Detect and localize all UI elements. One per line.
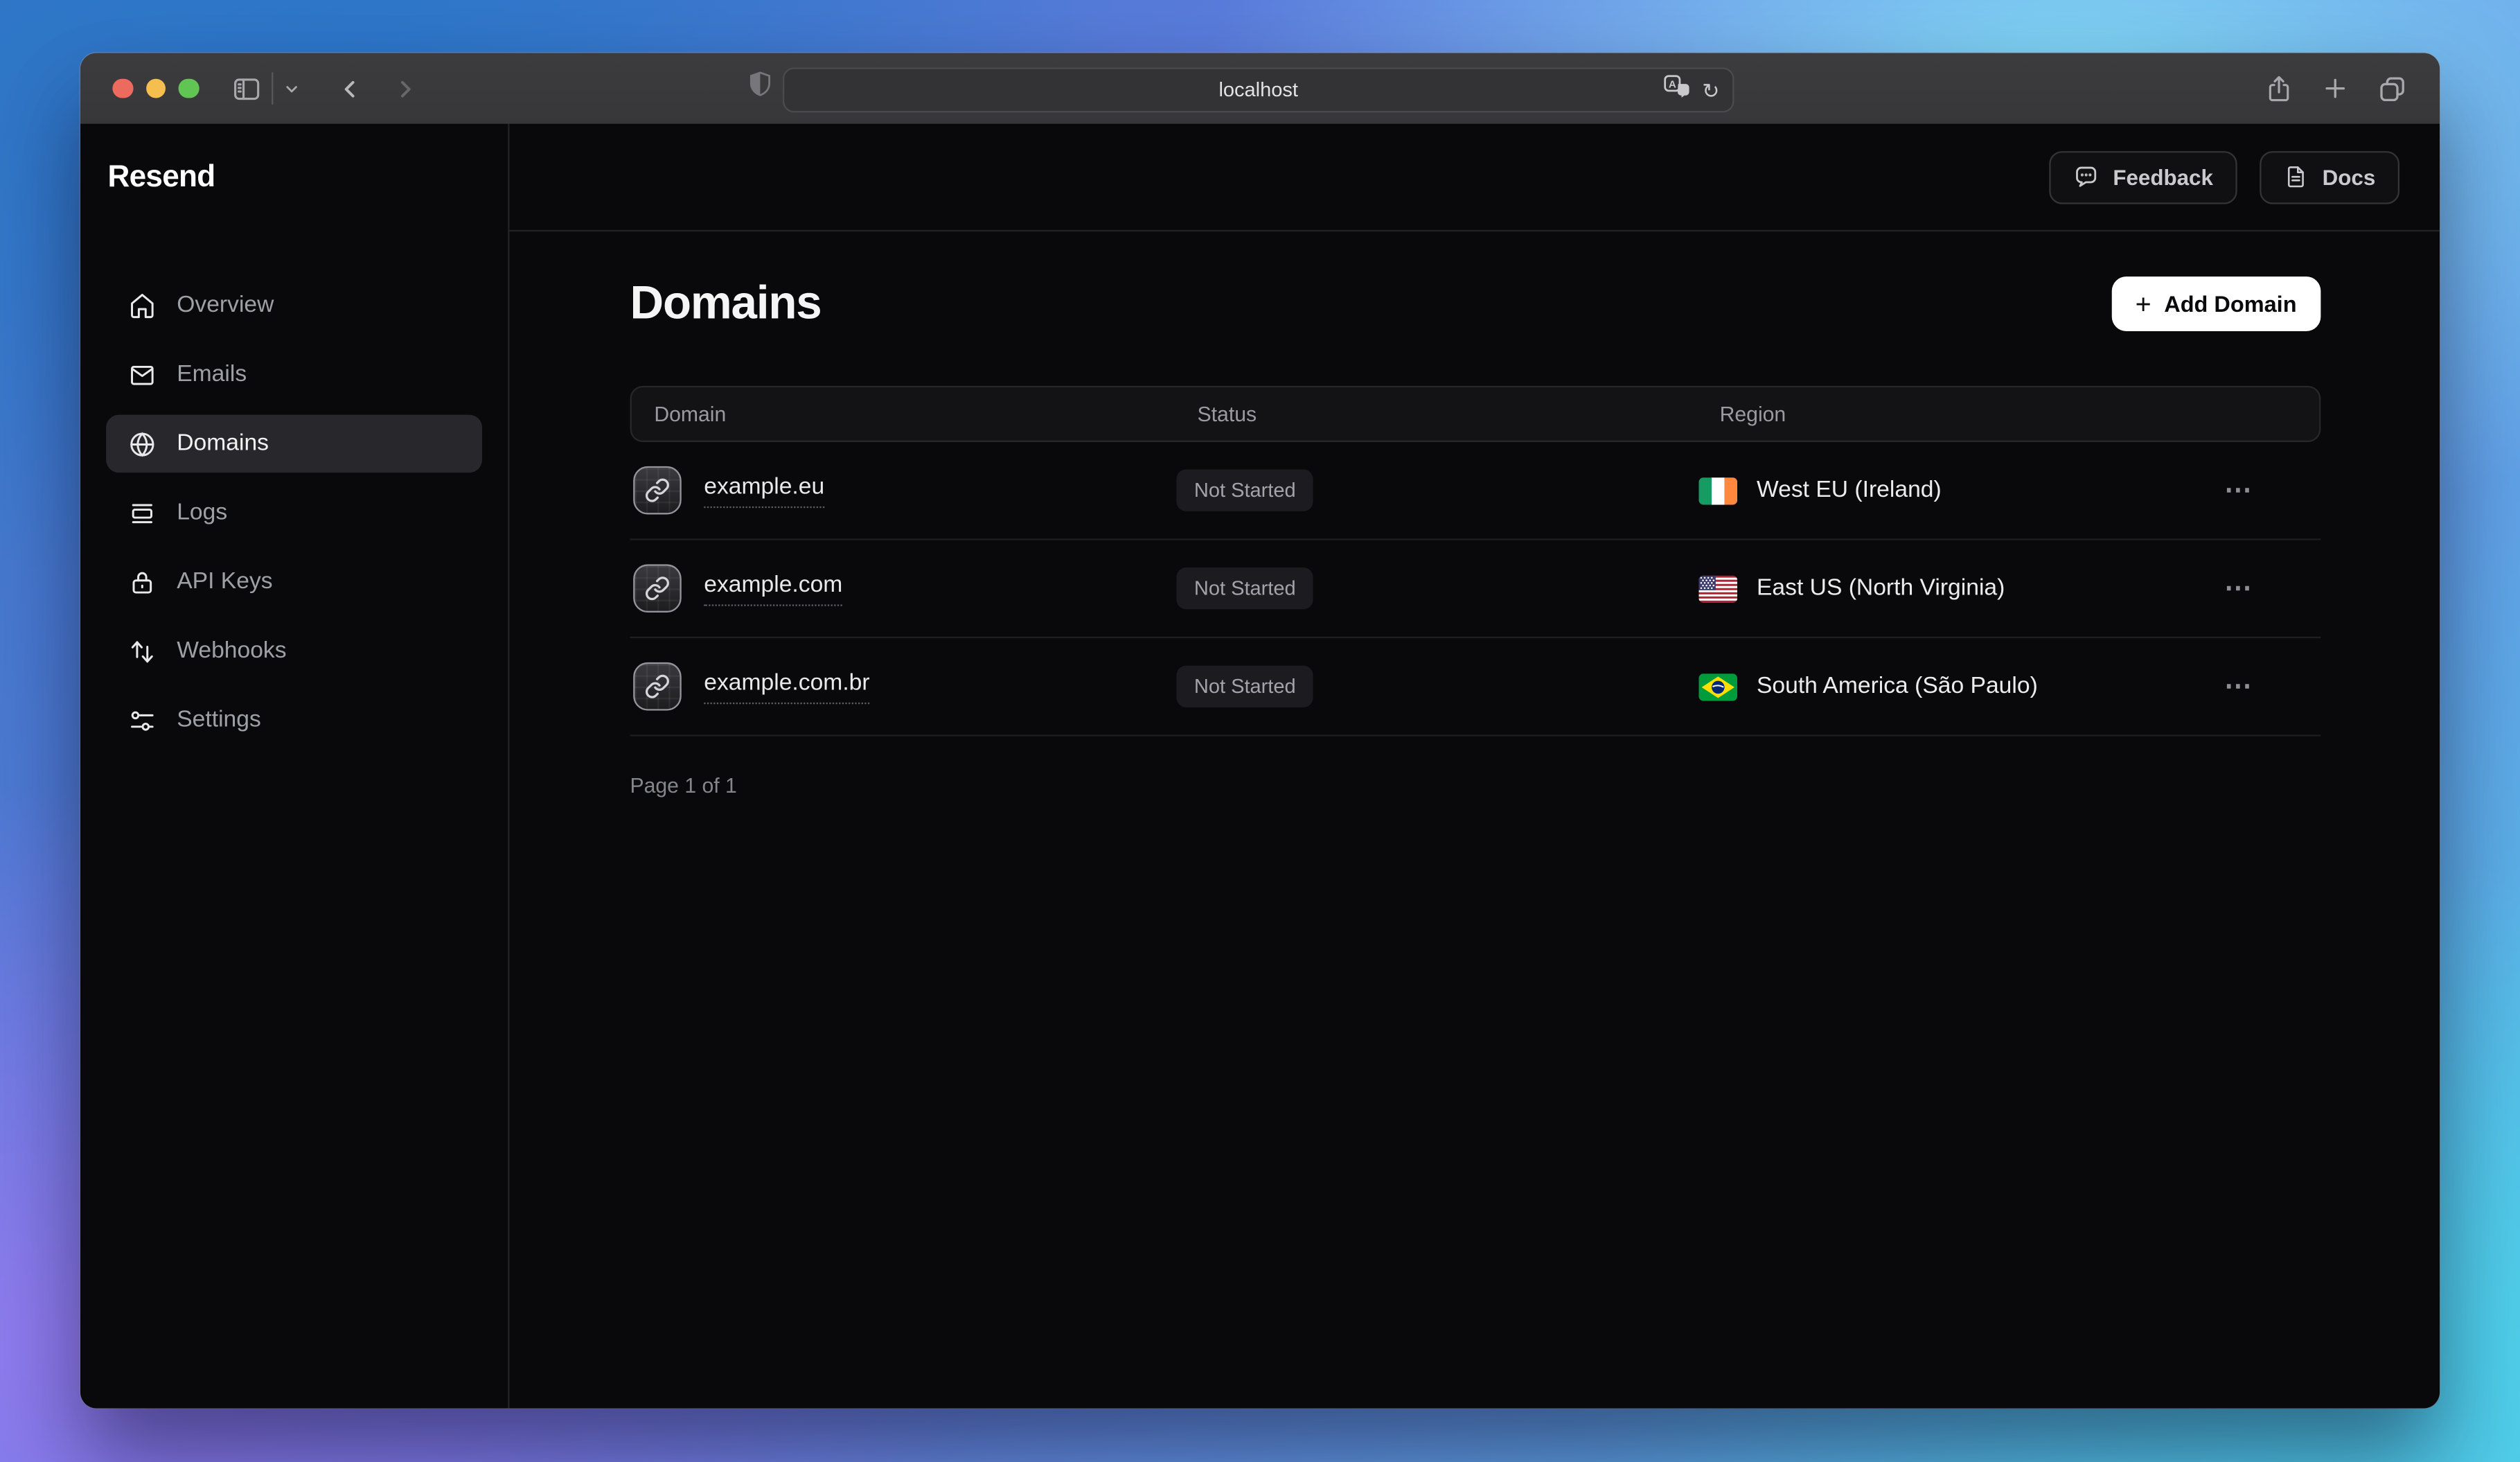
column-header-region: Region [1720, 402, 2223, 426]
row-actions-menu[interactable]: ⋯ [2224, 572, 2321, 604]
table-row: example.com Not Started [630, 540, 2321, 639]
status-badge: Not Started [1176, 567, 1313, 609]
ireland-flag-icon [1698, 477, 1737, 504]
arrows-up-down-icon [129, 637, 156, 664]
translate-icon[interactable]: A [1664, 74, 1691, 106]
table-header: Domain Status Region [630, 386, 2321, 442]
row-actions-menu[interactable]: ⋯ [2224, 671, 2321, 703]
page-title: Domains [630, 277, 822, 331]
feedback-button[interactable]: Feedback [2049, 150, 2237, 204]
domains-table: Domain Status Region [630, 386, 2321, 737]
sidebar-item-label: Overview [177, 292, 274, 318]
share-icon[interactable] [2264, 73, 2293, 104]
column-header-status: Status [1198, 402, 1720, 426]
sidebar-item-label: Logs [177, 500, 227, 526]
home-icon [129, 292, 156, 319]
sidebar-item-emails[interactable]: Emails [106, 346, 482, 404]
link-icon [633, 662, 682, 711]
add-domain-label: Add Domain [2164, 291, 2296, 317]
lock-icon [129, 568, 156, 595]
document-icon [2284, 164, 2308, 190]
sidebar-item-label: Domains [177, 431, 269, 457]
sidebar: Resend Overview Emails [80, 124, 509, 1409]
sidebar-item-label: Settings [177, 707, 261, 733]
sliders-icon [129, 707, 156, 734]
sidebar-item-label: Webhooks [177, 638, 286, 664]
sidebar-item-api-keys[interactable]: API Keys [106, 553, 482, 611]
docs-button[interactable]: Docs [2260, 150, 2399, 204]
sidebar-item-label: Emails [177, 362, 247, 387]
address-bar[interactable]: localhost A ↻ [783, 67, 1734, 112]
link-icon [633, 466, 682, 515]
zoom-window-button[interactable] [179, 78, 199, 98]
minimize-window-button[interactable] [145, 78, 166, 98]
resend-logo: Resend [107, 161, 508, 196]
url-text: localhost [1218, 79, 1297, 101]
forward-button[interactable] [391, 75, 418, 102]
add-domain-button[interactable]: + Add Domain [2111, 276, 2321, 331]
sidebar-item-label: API Keys [177, 569, 272, 595]
sidebar-item-overview[interactable]: Overview [106, 276, 482, 335]
svg-text:A: A [1669, 78, 1676, 90]
browser-titlebar: localhost A ↻ [80, 53, 2440, 124]
sidebar-toggle-icon[interactable] [231, 73, 261, 104]
table-row: example.eu Not Started West EU (Ireland)… [630, 442, 2321, 540]
reload-icon[interactable]: ↻ [1702, 80, 1719, 100]
top-header: Feedback Docs [510, 124, 2440, 231]
traffic-lights [112, 78, 198, 98]
privacy-shield-icon[interactable] [747, 70, 773, 107]
feedback-label: Feedback [2113, 165, 2213, 189]
back-button[interactable] [335, 75, 362, 102]
globe-icon [129, 430, 156, 457]
docs-label: Docs [2323, 165, 2376, 189]
browser-window: localhost A ↻ [80, 53, 2440, 1409]
status-badge: Not Started [1176, 469, 1313, 511]
row-actions-menu[interactable]: ⋯ [2224, 474, 2321, 506]
domain-link[interactable]: example.eu [704, 473, 824, 507]
region-label: West EU (Ireland) [1757, 477, 1942, 503]
pagination-status: Page 1 of 1 [630, 773, 2321, 798]
region-label: South America (São Paulo) [1757, 673, 2038, 699]
close-window-button[interactable] [112, 78, 132, 98]
us-flag-icon [1698, 574, 1737, 601]
sidebar-item-logs[interactable]: Logs [106, 484, 482, 542]
new-tab-icon[interactable] [2321, 74, 2350, 103]
feedback-bubble-icon [2073, 164, 2098, 190]
chevron-down-icon[interactable] [282, 80, 300, 98]
region-label: East US (North Virginia) [1757, 576, 2005, 601]
sidebar-item-domains[interactable]: Domains [106, 415, 482, 473]
mail-icon [129, 361, 156, 388]
sidebar-nav: Overview Emails Domains [80, 276, 508, 749]
brazil-flag-icon [1698, 673, 1737, 700]
desktop: localhost A ↻ [0, 0, 2520, 1462]
column-header-domain: Domain [654, 402, 1197, 426]
table-row: example.com.br Not Started [630, 638, 2321, 737]
sidebar-item-webhooks[interactable]: Webhooks [106, 622, 482, 680]
logs-icon [129, 499, 156, 526]
sidebar-item-settings[interactable]: Settings [106, 692, 482, 750]
plus-icon: + [2136, 290, 2151, 317]
domain-link[interactable]: example.com [704, 572, 842, 606]
tab-overview-icon[interactable] [2377, 73, 2408, 104]
domain-link[interactable]: example.com.br [704, 669, 869, 703]
status-badge: Not Started [1176, 666, 1313, 707]
titlebar-divider [271, 72, 272, 104]
link-icon [633, 564, 682, 613]
